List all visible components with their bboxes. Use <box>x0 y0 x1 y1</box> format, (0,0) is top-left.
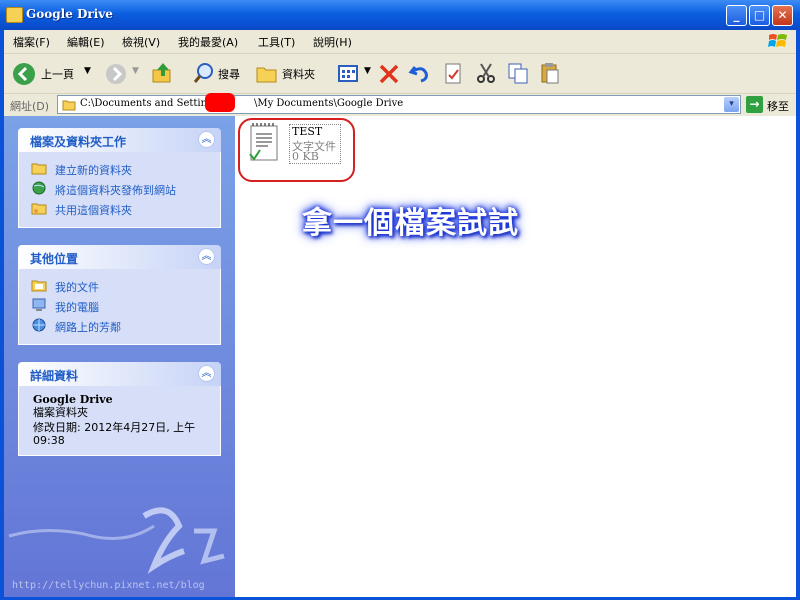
computer-icon <box>32 298 46 311</box>
menu-view[interactable]: 檢視(V) <box>122 34 160 50</box>
folder-icon <box>62 100 76 111</box>
task-label[interactable]: 共用這個資料夾 <box>55 202 132 218</box>
cut-icon[interactable] <box>474 60 498 86</box>
other-places-panel: 其他位置 ︽ 我的文件 我的電腦 網路上的芳鄰 <box>18 245 221 345</box>
globe-icon <box>32 181 46 195</box>
address-label: 網址(D) <box>10 100 50 113</box>
address-path: C:\Documents and Settings\ \My Documents\… <box>80 98 403 109</box>
address-path-prefix: C:\Documents and Settings\ <box>80 98 222 109</box>
delete-icon[interactable] <box>377 60 401 86</box>
place-my-computer[interactable]: 我的電腦 <box>19 296 220 316</box>
title-bar[interactable]: Google Drive _ □ ✕ <box>0 0 800 30</box>
collapse-button[interactable]: ︽ <box>198 365 215 382</box>
toolbar: 上一頁 ▼ ▼ 搜尋 資料夾 ▼ <box>4 54 796 94</box>
forward-arrow-icon[interactable] <box>104 60 128 86</box>
new-folder-icon <box>31 163 47 175</box>
folders-button[interactable]: 資料夾 <box>282 66 315 82</box>
redaction-mark <box>205 93 235 112</box>
other-places-header[interactable]: 其他位置 ︽ <box>18 245 221 269</box>
detail-folder-name: Google Drive <box>33 393 113 406</box>
file-name[interactable]: TEST <box>292 125 322 138</box>
file-tasks-header[interactable]: 檔案及資料夾工作 ︽ <box>18 128 221 152</box>
watermark-graphic: http://tellychun.pixnet.net/blog <box>8 507 225 591</box>
explorer-window: Google Drive _ □ ✕ 檔案(F) 編輯(E) 檢視(V) 我的最… <box>0 0 800 600</box>
file-size: 0 KB <box>292 150 319 163</box>
up-folder-icon[interactable] <box>151 60 175 86</box>
task-new-folder[interactable]: 建立新的資料夾 <box>19 159 220 179</box>
task-pane: 檔案及資料夾工作 ︽ 建立新的資料夾 將這個資料夾發佈到網站 共用這個資料夾 其… <box>4 116 235 597</box>
window-title: Google Drive <box>26 7 113 21</box>
details-panel: 詳細資料 ︽ Google Drive 檔案資料夾 修改日期: 2012年4月2… <box>18 362 221 456</box>
watermark-url: http://tellychun.pixnet.net/blog <box>12 580 205 591</box>
copy-icon[interactable] <box>506 60 530 86</box>
file-tasks-panel: 檔案及資料夾工作 ︽ 建立新的資料夾 將這個資料夾發佈到網站 共用這個資料夾 <box>18 128 221 228</box>
menu-favorites[interactable]: 我的最愛(A) <box>178 34 238 50</box>
place-my-documents[interactable]: 我的文件 <box>19 276 220 296</box>
address-input[interactable]: C:\Documents and Settings\ \My Documents\… <box>57 93 741 114</box>
task-publish-web[interactable]: 將這個資料夾發佈到網站 <box>19 179 220 199</box>
folders-icon[interactable] <box>255 60 279 86</box>
share-folder-icon <box>31 203 47 215</box>
views-icon[interactable] <box>337 60 363 86</box>
task-label[interactable]: 我的文件 <box>55 279 99 295</box>
minimize-button[interactable]: _ <box>726 5 747 26</box>
network-icon <box>32 318 46 332</box>
search-button[interactable]: 搜尋 <box>218 66 240 82</box>
detail-modified-date: 修改日期: 2012年4月27日, 上午 09:38 <box>33 421 196 447</box>
properties-icon[interactable] <box>441 60 465 86</box>
menu-help[interactable]: 說明(H) <box>313 34 352 50</box>
panel-title: 詳細資料 <box>30 369 79 383</box>
task-label[interactable]: 建立新的資料夾 <box>55 162 132 178</box>
back-button[interactable]: 上一頁 <box>41 66 74 82</box>
close-button[interactable]: ✕ <box>772 5 793 26</box>
place-network[interactable]: 網路上的芳鄰 <box>19 316 220 336</box>
go-button[interactable]: 移至 <box>767 98 789 114</box>
detail-folder-type: 檔案資料夾 <box>33 406 88 419</box>
panel-title: 檔案及資料夾工作 <box>30 135 127 149</box>
task-label[interactable]: 我的電腦 <box>55 299 99 315</box>
go-arrow-icon[interactable]: → <box>746 96 763 113</box>
menu-bar: 檔案(F) 編輯(E) 檢視(V) 我的最愛(A) 工具(T) 說明(H) <box>4 30 796 54</box>
paste-icon[interactable] <box>538 60 562 86</box>
maximize-button[interactable]: □ <box>749 5 770 26</box>
windows-logo-icon <box>768 34 787 47</box>
back-arrow-icon[interactable] <box>12 60 36 86</box>
collapse-button[interactable]: ︽ <box>198 131 215 148</box>
address-bar: 網址(D) C:\Documents and Settings\ \My Docu… <box>4 93 796 116</box>
details-header[interactable]: 詳細資料 ︽ <box>18 362 221 386</box>
task-label[interactable]: 將這個資料夾發佈到網站 <box>55 182 176 198</box>
menu-tools[interactable]: 工具(T) <box>258 34 295 50</box>
annotation-caption: 拿一個檔案試試 <box>302 206 519 241</box>
search-icon[interactable] <box>192 60 216 86</box>
my-documents-icon <box>31 280 47 292</box>
menu-file[interactable]: 檔案(F) <box>13 34 50 50</box>
address-dropdown-button[interactable]: ▾ <box>724 97 739 112</box>
file-list-view[interactable]: TEST 文字文件 0 KB 拿一個檔案試試 <box>235 116 796 597</box>
views-dropdown-icon[interactable]: ▼ <box>364 66 371 76</box>
undo-icon[interactable] <box>408 60 432 86</box>
task-share-folder[interactable]: 共用這個資料夾 <box>19 199 220 219</box>
folder-icon <box>6 7 23 23</box>
menu-edit[interactable]: 編輯(E) <box>67 34 105 50</box>
task-label[interactable]: 網路上的芳鄰 <box>55 319 121 335</box>
address-path-suffix: \My Documents\Google Drive <box>253 98 404 109</box>
back-dropdown-icon[interactable]: ▼ <box>84 66 91 76</box>
collapse-button[interactable]: ︽ <box>198 248 215 265</box>
forward-dropdown-icon[interactable]: ▼ <box>132 66 139 76</box>
text-file-icon <box>249 123 278 161</box>
panel-title: 其他位置 <box>30 252 79 266</box>
